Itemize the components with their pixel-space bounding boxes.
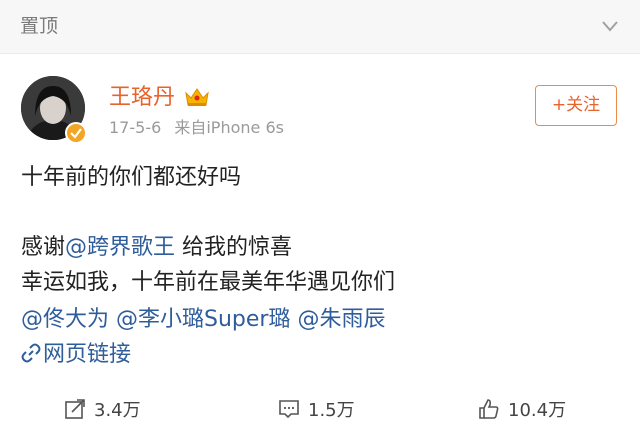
- post-source: 来自iPhone 6s: [174, 118, 284, 137]
- comment-button[interactable]: 1.5万: [278, 394, 355, 424]
- like-icon: [479, 399, 499, 419]
- post-line-2-suffix: 给我的惊喜: [175, 235, 293, 260]
- post-line-1: 十年前的你们都还好吗: [21, 165, 242, 190]
- pinned-bar: 置顶: [0, 0, 640, 54]
- comment-count: 1.5万: [308, 400, 355, 421]
- crown-icon: [185, 88, 209, 106]
- verified-badge-icon: [65, 122, 87, 144]
- web-link[interactable]: 网页链接: [21, 340, 131, 370]
- mention-zhuyuchen[interactable]: @朱雨辰: [297, 307, 385, 332]
- link-icon: [21, 343, 41, 363]
- web-link-label: 网页链接: [43, 342, 132, 367]
- mention-tongdawei[interactable]: @佟大为: [21, 307, 109, 332]
- chevron-down-icon[interactable]: [600, 16, 620, 36]
- post-line-2-prefix: 感谢: [21, 235, 66, 260]
- mention-lixiaolu[interactable]: @李小璐Super璐: [116, 307, 290, 332]
- follow-button[interactable]: +关注: [535, 85, 617, 126]
- repost-count: 3.4万: [94, 400, 141, 421]
- mention-kuajiegewang[interactable]: @跨界歌王: [65, 235, 175, 260]
- post-line-2: 感谢@跨界歌王 给我的惊喜: [21, 233, 292, 263]
- post-line-3: 幸运如我，十年前在最美年华遇见你们: [21, 270, 396, 295]
- comment-icon: [279, 400, 299, 419]
- like-count: 10.4万: [508, 400, 567, 421]
- author-name[interactable]: 王珞丹: [109, 84, 175, 112]
- repost-button[interactable]: 3.4万: [64, 394, 141, 424]
- post-meta: 17-5-6 来自iPhone 6s: [109, 117, 292, 139]
- post-date: 17-5-6: [109, 118, 162, 137]
- pinned-label: 置顶: [20, 15, 59, 37]
- like-button[interactable]: 10.4万: [478, 394, 566, 424]
- mention-line: @佟大为 @李小璐Super璐 @朱雨辰: [21, 305, 386, 335]
- repost-icon: [65, 399, 85, 419]
